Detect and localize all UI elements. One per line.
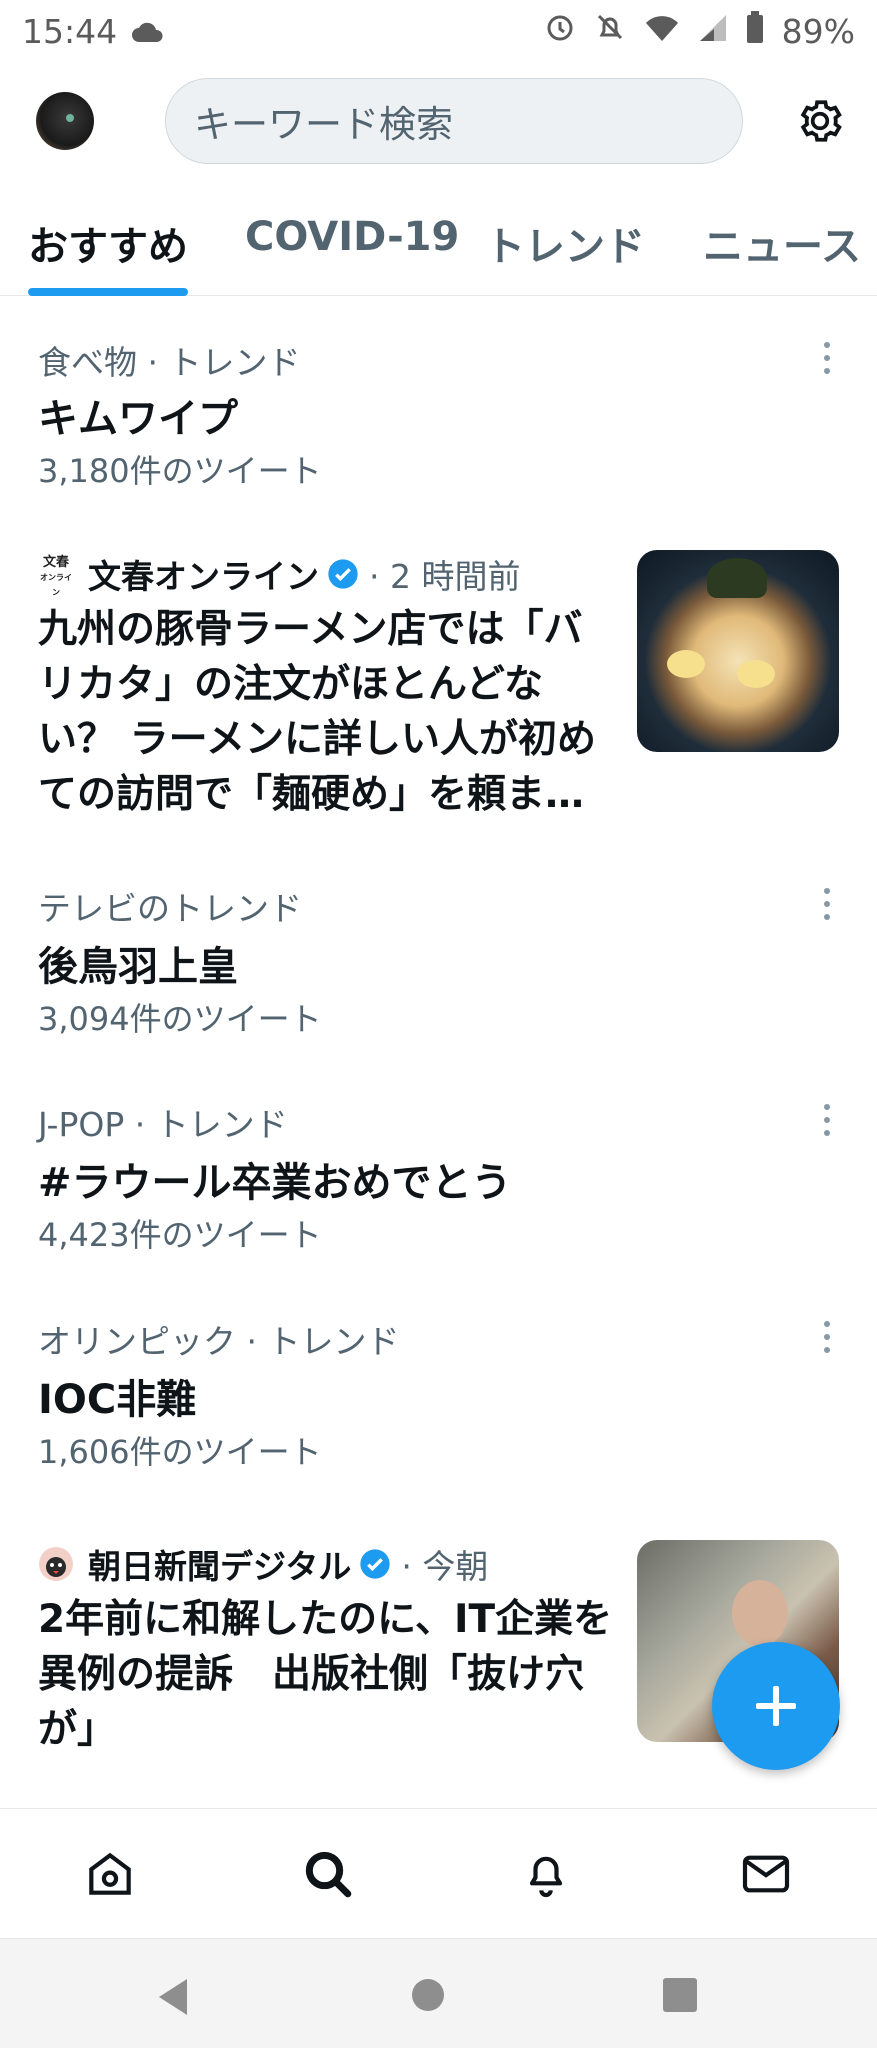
trend-title: 後鳥羽上皇 bbox=[38, 944, 238, 990]
more-options-icon[interactable] bbox=[822, 1104, 832, 1138]
alarm-icon bbox=[544, 11, 576, 51]
wifi-icon bbox=[644, 12, 680, 51]
trend-tweet-count: 1,606件のツイート bbox=[38, 1433, 322, 1471]
trend-item[interactable]: オリンピック · トレンド IOC非難 1,606件のツイート bbox=[0, 1301, 877, 1501]
tab-covid19[interactable]: COVID-19 bbox=[245, 214, 459, 260]
search-input[interactable]: キーワード検索 bbox=[165, 78, 743, 164]
trend-item[interactable]: J-POP · トレンド #ラウール卒業おめでとう 4,423件のツイート bbox=[0, 1084, 877, 1284]
notifications-icon[interactable] bbox=[518, 1846, 574, 1902]
bottom-nav bbox=[0, 1808, 877, 1938]
news-thumbnail[interactable] bbox=[637, 550, 839, 752]
active-tab-indicator bbox=[28, 288, 188, 296]
trend-tweet-count: 4,423件のツイート bbox=[38, 1216, 322, 1254]
search-icon[interactable] bbox=[300, 1846, 356, 1902]
bunshun-logo-icon: 文春 オンライン bbox=[40, 555, 72, 598]
messages-icon[interactable] bbox=[738, 1846, 794, 1902]
search-placeholder: キーワード検索 bbox=[194, 103, 453, 146]
trend-category: テレビのトレンド bbox=[38, 889, 302, 928]
trend-tweet-count: 3,180件のツイート bbox=[38, 452, 322, 490]
status-time: 15:44 bbox=[22, 11, 118, 51]
home-icon[interactable] bbox=[82, 1846, 138, 1902]
news-headline: 2年前に和解したのに、IT企業を異例の提訴 出版社側「抜け穴が」 bbox=[38, 1597, 613, 1752]
news-item[interactable]: 文春 オンライン 文春オンライン · 2 時間前 九州の豚骨ラーメン店では「バリカ… bbox=[0, 550, 877, 830]
system-nav-bar bbox=[0, 1938, 877, 2048]
trend-title: キムワイプ bbox=[38, 396, 238, 442]
tab-recommended[interactable]: おすすめ bbox=[28, 214, 188, 272]
news-time: · 2 時間前 bbox=[369, 557, 521, 596]
explore-tabs: おすすめ COVID-19 トレンド ニュース bbox=[0, 180, 877, 296]
verified-badge-icon bbox=[360, 1549, 391, 1579]
tab-trends[interactable]: トレンド bbox=[485, 214, 645, 272]
trend-tweet-count: 3,094件のツイート bbox=[38, 1000, 322, 1038]
news-source: 文春 オンライン 文春オンライン · 2 時間前 bbox=[38, 550, 520, 598]
tab-news[interactable]: ニュース bbox=[703, 214, 861, 272]
trend-title: IOC非難 bbox=[38, 1377, 197, 1423]
signal-icon bbox=[698, 12, 728, 51]
battery-icon bbox=[746, 11, 764, 51]
news-time: · 今朝 bbox=[401, 1547, 489, 1586]
verified-badge-icon bbox=[328, 559, 358, 589]
more-options-icon[interactable] bbox=[822, 342, 832, 376]
news-source-name: 朝日新聞デジタル bbox=[88, 1547, 352, 1586]
trend-title: #ラウール卒業おめでとう bbox=[38, 1160, 512, 1206]
news-headline: 九州の豚骨ラーメン店では「バリカタ」の注文がほとんどない？ ラーメンに詳しい人が… bbox=[38, 607, 597, 817]
cloud-icon bbox=[131, 20, 165, 42]
gear-icon[interactable] bbox=[795, 96, 845, 146]
trend-item[interactable]: テレビのトレンド 後鳥羽上皇 3,094件のツイート bbox=[0, 868, 877, 1068]
more-options-icon[interactable] bbox=[822, 1321, 832, 1355]
top-bar: キーワード検索 bbox=[0, 62, 877, 180]
asahi-logo-icon bbox=[38, 1546, 74, 1582]
avatar[interactable] bbox=[36, 92, 94, 150]
news-source-name: 文春オンライン bbox=[88, 557, 319, 596]
recents-icon[interactable] bbox=[662, 1977, 698, 2017]
bell-off-icon bbox=[594, 11, 626, 51]
back-icon[interactable] bbox=[155, 1977, 191, 2021]
more-options-icon[interactable] bbox=[822, 888, 832, 922]
trend-category: J-POP · トレンド bbox=[38, 1105, 288, 1144]
trend-category: 食べ物 · トレンド bbox=[38, 343, 301, 382]
battery-percent: 89% bbox=[781, 11, 855, 51]
news-source: 朝日新聞デジタル · 今朝 bbox=[38, 1540, 488, 1588]
trend-category: オリンピック · トレンド bbox=[38, 1322, 400, 1361]
status-bar: 15:44 89% bbox=[0, 0, 877, 62]
compose-tweet-button[interactable] bbox=[712, 1642, 840, 1770]
home-circle-icon[interactable] bbox=[410, 1977, 446, 2017]
trend-item[interactable]: 食べ物 · トレンド キムワイプ 3,180件のツイート bbox=[0, 296, 877, 516]
